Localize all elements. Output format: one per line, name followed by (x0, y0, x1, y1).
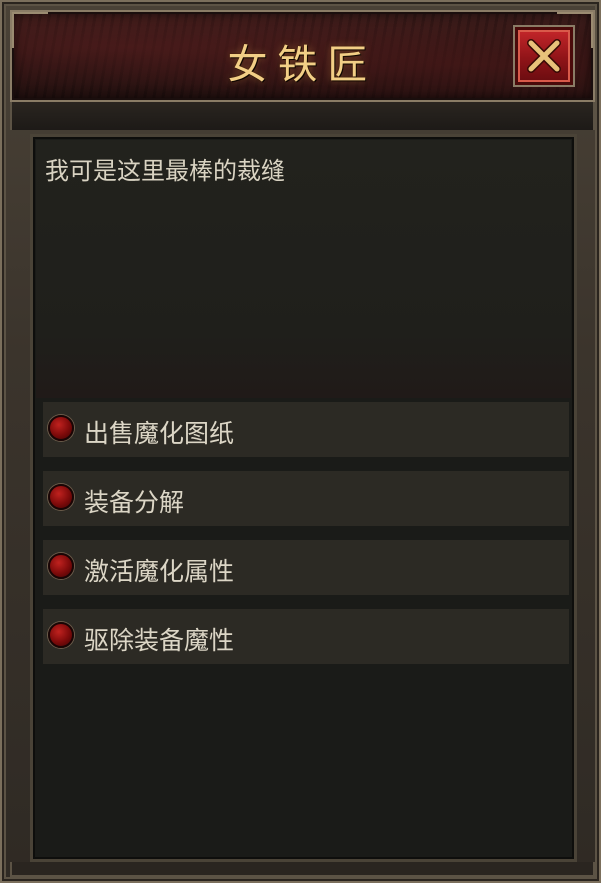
option-label: 激活魔化属性 (84, 557, 235, 586)
npc-speech-area: 我可是这里最棒的裁缝 (36, 140, 571, 398)
window-title: 女铁匠 (227, 42, 378, 88)
npc-dialog-window: 女铁匠 我可是这里最棒的裁缝 出售魔化图纸 装备分解 激活魔化属性 驱除装备魔性 (0, 0, 601, 883)
frame-divider (10, 102, 595, 130)
dialog-panel: 我可是这里最棒的裁缝 出售魔化图纸 装备分解 激活魔化属性 驱除装备魔性 (30, 134, 577, 862)
frame-bottom (10, 862, 595, 877)
option-activate-enchant-attributes[interactable]: 激活魔化属性 (43, 540, 569, 595)
option-purge-equipment-enchant[interactable]: 驱除装备魔性 (43, 609, 569, 664)
option-dismantle-equipment[interactable]: 装备分解 (43, 471, 569, 526)
option-label: 驱除装备魔性 (84, 626, 235, 655)
close-x-icon (527, 39, 561, 73)
npc-speech-text: 我可是这里最棒的裁缝 (45, 157, 285, 185)
red-orb-bullet-icon (48, 553, 74, 579)
option-label: 出售魔化图纸 (84, 419, 235, 448)
red-orb-bullet-icon (48, 484, 74, 510)
red-orb-bullet-icon (48, 415, 74, 441)
title-bar: 女铁匠 (10, 10, 595, 102)
option-label: 装备分解 (84, 488, 185, 517)
option-sell-enchant-blueprint[interactable]: 出售魔化图纸 (43, 402, 569, 457)
red-orb-bullet-icon (48, 622, 74, 648)
close-button[interactable] (515, 27, 573, 85)
